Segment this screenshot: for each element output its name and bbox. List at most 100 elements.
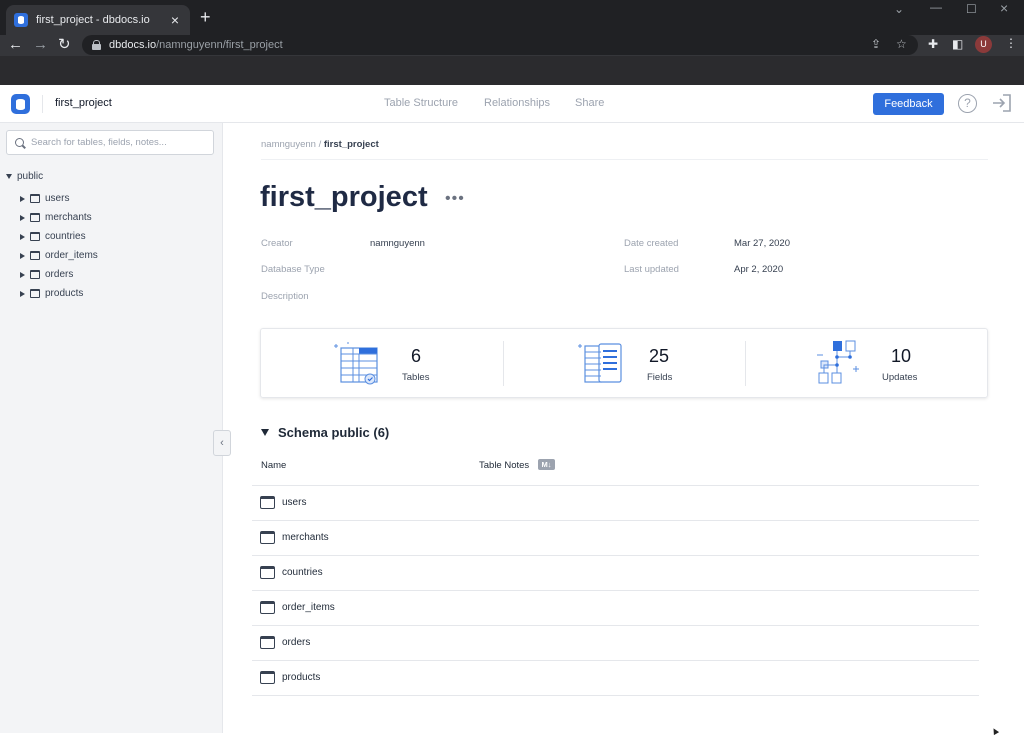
bookmark-star-icon[interactable]: ☆ — [896, 37, 907, 51]
nav-relationships[interactable]: Relationships — [484, 97, 550, 109]
header-project-name[interactable]: first_project — [55, 97, 112, 109]
sidebar-item-label: merchants — [45, 212, 92, 223]
caret-right-icon[interactable] — [20, 214, 25, 221]
forward-icon[interactable]: → — [33, 36, 48, 54]
sidebar-item-users[interactable]: users — [20, 189, 98, 208]
table-row[interactable]: orders — [260, 625, 979, 660]
search-input[interactable] — [31, 137, 201, 148]
more-options-icon[interactable]: ••• — [445, 190, 465, 208]
tree-schema-public[interactable]: public — [6, 171, 43, 182]
profile-avatar[interactable]: U — [975, 36, 992, 53]
stat-tables-label: Tables — [402, 372, 430, 383]
nav-share[interactable]: Share — [575, 97, 604, 109]
column-header-name: Name — [261, 460, 287, 471]
table-row[interactable]: order_items — [260, 590, 979, 625]
tab-search-icon[interactable]: ⌄ — [894, 2, 904, 16]
mouse-cursor-icon — [990, 726, 1000, 735]
lock-icon — [92, 40, 101, 50]
table-icon — [30, 289, 40, 298]
schema-heading: Schema public (6) — [278, 425, 390, 440]
table-row-name[interactable]: order_items — [282, 602, 335, 613]
stat-fields-label: Fields — [647, 372, 673, 383]
last-updated-value: Apr 2, 2020 — [734, 264, 784, 275]
caret-right-icon[interactable] — [20, 271, 25, 278]
tree-table-list: users merchants countries order_items or… — [20, 189, 98, 303]
browser-bottom-bar — [0, 56, 1024, 85]
table-row-name[interactable]: countries — [282, 567, 323, 578]
dbdocs-logo-icon[interactable] — [11, 94, 30, 114]
sidebar-item-label: orders — [45, 269, 74, 280]
stat-updates-label: Updates — [882, 372, 918, 383]
date-created-label: Date created — [624, 238, 679, 249]
table-icon — [260, 636, 275, 649]
tab-close-icon[interactable]: × — [168, 12, 182, 28]
back-icon[interactable]: ← — [8, 36, 23, 54]
feedback-button[interactable]: Feedback — [873, 93, 944, 115]
breadcrumb-owner[interactable]: namnguyenn — [261, 139, 316, 150]
breadcrumb: namnguyenn / first_project — [261, 139, 379, 150]
url-host: dbdocs.io — [109, 39, 157, 51]
table-icon — [30, 251, 40, 260]
maximize-icon[interactable]: ☐ — [966, 2, 977, 16]
browser-tab[interactable]: first_project - dbdocs.io × — [6, 5, 190, 35]
table-icon — [30, 232, 40, 241]
schema-section-header[interactable]: Schema public (6) — [261, 425, 389, 440]
breadcrumb-divider — [261, 159, 988, 160]
creator-label: Creator — [261, 238, 293, 249]
stats-card: 6 Tables 25 Fields 10 Updates — [260, 328, 988, 398]
page-title: first_project — [260, 181, 428, 213]
table-row-name[interactable]: orders — [282, 637, 310, 648]
sidebar-item-order-items[interactable]: order_items — [20, 246, 98, 265]
nav-table-structure[interactable]: Table Structure — [384, 97, 458, 109]
new-tab-icon[interactable]: + — [200, 8, 211, 26]
close-window-icon[interactable]: × — [1000, 0, 1008, 16]
sidebar-item-label: order_items — [45, 250, 98, 261]
table-divider — [252, 695, 979, 696]
table-icon — [30, 194, 40, 203]
search-icon — [15, 138, 24, 147]
stat-divider — [503, 341, 504, 386]
sidebar-item-countries[interactable]: countries — [20, 227, 98, 246]
browser-toolbar: ← → ↻ dbdocs.io /namnguyenn/first_projec… — [0, 35, 1024, 56]
collapse-sidebar-button[interactable]: ‹ — [213, 430, 231, 456]
help-icon[interactable]: ? — [958, 94, 977, 113]
sidebar-item-label: users — [45, 193, 70, 204]
extensions-icon[interactable]: ✚ — [928, 37, 938, 51]
table-row[interactable]: countries — [260, 555, 979, 590]
table-row[interactable]: products — [260, 660, 979, 695]
caret-right-icon[interactable] — [20, 252, 25, 259]
caret-right-icon[interactable] — [20, 233, 25, 240]
date-created-value: Mar 27, 2020 — [734, 238, 790, 249]
share-page-icon[interactable]: ⇪ — [871, 37, 881, 51]
sidebar-item-label: countries — [45, 231, 86, 242]
dbdocs-favicon-icon — [14, 13, 28, 27]
sidebar-item-products[interactable]: products — [20, 284, 98, 303]
sidebar-item-orders[interactable]: orders — [20, 265, 98, 284]
table-row-name[interactable]: users — [282, 497, 306, 508]
stat-updates-value: 10 — [891, 346, 912, 366]
tab-title: first_project - dbdocs.io — [36, 14, 150, 26]
table-icon — [30, 213, 40, 222]
caret-right-icon[interactable] — [20, 195, 25, 202]
tree-schema-label: public — [17, 171, 44, 182]
table-row[interactable]: users — [260, 485, 979, 520]
login-icon[interactable] — [991, 93, 1013, 113]
caret-down-icon — [6, 174, 12, 179]
side-panel-icon[interactable]: ◧ — [952, 37, 963, 51]
sidebar-item-merchants[interactable]: merchants — [20, 208, 98, 227]
breadcrumb-current: first_project — [323, 139, 379, 150]
table-row-name[interactable]: merchants — [282, 532, 329, 543]
creator-value: namnguyenn — [370, 238, 425, 249]
browser-menu-icon[interactable]: ⋮ — [1005, 36, 1017, 50]
table-row-name[interactable]: products — [282, 672, 320, 683]
last-updated-label: Last updated — [624, 264, 679, 275]
reload-icon[interactable]: ↻ — [58, 36, 71, 54]
minimize-icon[interactable]: — — [930, 0, 942, 14]
address-bar[interactable]: dbdocs.io /namnguyenn/first_project ⇪ ☆ — [82, 35, 918, 55]
caret-right-icon[interactable] — [20, 290, 25, 297]
sidebar-search[interactable] — [6, 130, 214, 155]
table-row[interactable]: merchants — [260, 520, 979, 555]
table-icon — [260, 566, 275, 579]
stat-fields-value: 25 — [649, 346, 670, 366]
stat-divider — [745, 341, 746, 386]
